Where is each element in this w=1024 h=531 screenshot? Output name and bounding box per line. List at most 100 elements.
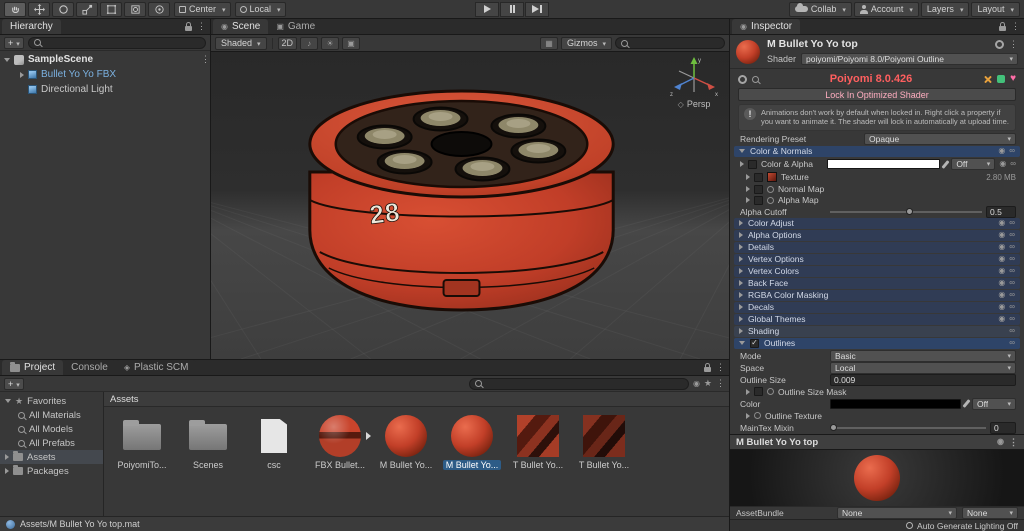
eye-icon[interactable]	[998, 315, 1005, 323]
preset-icon[interactable]	[1010, 160, 1016, 168]
preview-header[interactable]: M Bullet Yo Yo top	[730, 434, 1024, 450]
visibility-icon[interactable]	[693, 380, 700, 388]
preset-icon[interactable]	[1009, 219, 1015, 227]
foldout-icon[interactable]	[5, 454, 9, 460]
foldout-icon[interactable]	[739, 232, 743, 239]
eye-icon[interactable]	[998, 267, 1005, 275]
foldout-icon[interactable]	[739, 149, 745, 154]
foldout-icon[interactable]	[739, 280, 743, 287]
shader-dropdown[interactable]: poiyomi/Poiyomi 8.0/Poiyomi Outline	[801, 52, 1018, 65]
asset-item[interactable]: T Bullet Yo...	[512, 414, 564, 470]
asset-item[interactable]: M Bullet Yo...	[380, 414, 433, 470]
scene-search-input[interactable]	[632, 38, 719, 48]
hierarchy-search[interactable]	[27, 36, 206, 49]
foldout-icon[interactable]	[746, 186, 750, 193]
scene-search[interactable]	[615, 37, 725, 49]
scene-audio-button[interactable]: ♪	[300, 36, 319, 50]
maintex-mixin-value[interactable]: 0	[990, 421, 1016, 434]
gizmos-dropdown[interactable]: Gizmos	[560, 36, 612, 50]
menu-icon[interactable]	[1011, 21, 1020, 32]
tab-hierarchy[interactable]: Hierarchy	[2, 19, 61, 34]
section-color-normals[interactable]: Color & Normals	[734, 145, 1020, 157]
play-button[interactable]	[475, 1, 499, 17]
color-mode-dropdown[interactable]: Off	[951, 158, 996, 171]
tab-inspector[interactable]: ◉ Inspector	[732, 19, 801, 34]
lock-icon[interactable]	[185, 22, 192, 31]
foldout-icon[interactable]	[739, 220, 743, 227]
search-icon[interactable]	[752, 75, 759, 83]
pivot-center-button[interactable]: Center	[174, 1, 231, 17]
foldout-icon[interactable]	[5, 399, 11, 403]
shader-section-header[interactable]: Details	[734, 241, 1020, 253]
lock-in-shader-button[interactable]: Lock In Optimized Shader	[738, 88, 1016, 101]
pivot-local-button[interactable]: Local	[234, 1, 286, 17]
menu-icon[interactable]	[716, 378, 725, 389]
tree-favorite-item[interactable]: All Materials	[0, 408, 103, 422]
pause-button[interactable]	[500, 1, 524, 17]
preset-icon[interactable]	[1009, 339, 1015, 347]
rect-tool-button[interactable]	[100, 1, 122, 17]
scene-viewport[interactable]: 28 y x z ◇ Persp	[211, 52, 729, 359]
shader-section-header[interactable]: RGBA Color Masking	[734, 289, 1020, 301]
outline-mode-dropdown[interactable]: Basic	[830, 349, 1016, 362]
menu-icon[interactable]	[716, 362, 725, 373]
favorites-icon[interactable]	[704, 378, 712, 389]
foldout-icon[interactable]	[4, 57, 10, 62]
asset-item[interactable]: Scenes	[182, 414, 234, 470]
scene-visibility-button[interactable]: ▦	[539, 36, 558, 50]
scene-effects-button[interactable]: ▣	[342, 36, 361, 50]
foldout-icon[interactable]	[739, 304, 743, 311]
support-heart-icon[interactable]	[1010, 74, 1016, 84]
checkbox[interactable]	[754, 184, 763, 194]
eyedropper-icon[interactable]	[941, 159, 950, 169]
rendering-preset-dropdown[interactable]: Opaque	[864, 133, 1016, 146]
asset-item[interactable]: T Bullet Yo...	[578, 414, 630, 470]
foldout-icon[interactable]	[746, 174, 750, 181]
preset-icon[interactable]	[1009, 279, 1015, 287]
preset-icon[interactable]	[1009, 147, 1015, 155]
foldout-icon[interactable]	[739, 341, 745, 346]
project-search[interactable]	[468, 377, 689, 390]
tab-game[interactable]: ▣ Game	[268, 19, 324, 34]
outline-space-dropdown[interactable]: Local	[830, 361, 1016, 374]
outline-size-value[interactable]: 0.009	[830, 373, 1016, 386]
checkbox[interactable]	[748, 159, 757, 169]
presets-icon[interactable]	[997, 75, 1006, 83]
texture-slot-icon[interactable]	[767, 196, 774, 204]
tab-plastic-scm[interactable]: ◈ Plastic SCM	[115, 360, 197, 375]
tree-favorites[interactable]: Favorites	[0, 394, 103, 408]
asset-item[interactable]: csc	[248, 414, 300, 470]
tree-favorite-item[interactable]: All Models	[0, 422, 103, 436]
color-swatch[interactable]	[827, 159, 941, 170]
shader-section-header[interactable]: Vertex Colors	[734, 265, 1020, 277]
assetbundle-variant-dropdown[interactable]: None	[962, 507, 1018, 519]
foldout-icon[interactable]	[739, 268, 743, 275]
shader-section-header[interactable]: Vertex Options	[734, 253, 1020, 265]
maintex-mixin-slider[interactable]	[830, 422, 986, 434]
preset-icon[interactable]	[1009, 267, 1015, 275]
menu-icon[interactable]	[1009, 39, 1018, 50]
layers-dropdown[interactable]: Layers	[920, 1, 970, 17]
foldout-icon[interactable]	[739, 292, 743, 299]
toggle-2d-button[interactable]: 2D	[277, 36, 298, 50]
hierarchy-scene-row[interactable]: SampleScene	[0, 52, 210, 67]
preset-icon[interactable]	[1009, 327, 1015, 335]
custom-tool-button[interactable]	[148, 1, 170, 17]
preset-icon[interactable]	[1009, 291, 1015, 299]
tools-icon[interactable]	[983, 75, 992, 84]
shader-section-header[interactable]: Color Adjust	[734, 217, 1020, 229]
preset-icon[interactable]	[1009, 231, 1015, 239]
color-swatch[interactable]	[830, 398, 961, 409]
auto-generate-lighting-toggle[interactable]: Auto Generate Lighting Off	[917, 521, 1018, 531]
tab-scene[interactable]: ◉ Scene	[213, 19, 269, 34]
eye-icon[interactable]	[998, 147, 1005, 155]
material-preview-pane[interactable]	[730, 450, 1024, 506]
eye-icon[interactable]	[998, 291, 1005, 299]
alpha-cutoff-value[interactable]: 0.5	[986, 205, 1016, 218]
lock-icon[interactable]	[999, 22, 1006, 31]
scene-options-icon[interactable]	[201, 54, 210, 65]
asset-item[interactable]: FBX Bullet...	[314, 414, 371, 470]
tab-console[interactable]: Console	[63, 360, 116, 375]
asset-item[interactable]: M Bullet Yo...	[442, 414, 502, 470]
menu-icon[interactable]	[1009, 437, 1018, 448]
